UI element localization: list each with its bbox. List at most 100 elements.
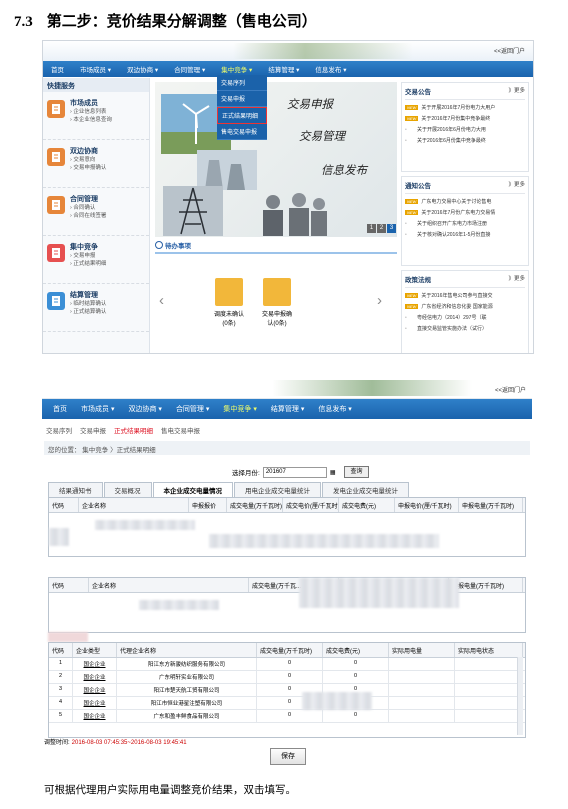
slide-1-button[interactable]: 1 (367, 224, 376, 233)
result-tab-2[interactable]: 本企业成交电量情况 (152, 482, 233, 497)
table-cell[interactable] (389, 697, 455, 709)
return-portal-link[interactable]: <<返回门户 (495, 385, 526, 394)
dropdown-item-3[interactable]: 售电交易申报 (217, 124, 267, 140)
quick-item-link[interactable]: › 合同在线签署 (70, 212, 106, 220)
announcement-item[interactable]: NEW 关于开展2016年7月份电力大用户 (405, 104, 525, 111)
announcement-item[interactable]: • 关于2016年6月份集中竞争最终 (405, 137, 525, 145)
nav-item-6[interactable]: 信息发布 ▾ (311, 404, 358, 414)
table-cell[interactable] (389, 658, 455, 670)
announcement-item[interactable]: • 直接交易监管实施办法（试行） (405, 325, 525, 333)
table-cell[interactable] (455, 658, 523, 670)
quick-item-link[interactable]: › 交易申报 (70, 252, 106, 260)
quick-item-link[interactable]: › 交易意向 (70, 156, 106, 164)
subtab-0[interactable]: 交易序列 (46, 425, 72, 435)
column-header[interactable]: 申报电量(万千瓦时) (459, 498, 523, 512)
chevron-left-icon[interactable]: ‹ (159, 292, 164, 309)
dropdown-item-1[interactable]: 交易申报 (217, 91, 267, 107)
column-header[interactable]: 企业类型 (73, 643, 117, 657)
todo-declaration-confirm[interactable]: 交易申报确 认(0条) (247, 278, 307, 327)
table-cell[interactable] (455, 684, 523, 696)
save-button[interactable]: 保存 (270, 748, 306, 765)
more-link[interactable]: 》更多 (508, 180, 525, 190)
table-cell[interactable] (389, 710, 455, 722)
table-row[interactable]: 1 国企企业 阳江东方新骏纺织服务有限公司 0 0 (49, 658, 525, 671)
table-row[interactable]: 2 国企企业 广东明轩实业有限公司 0 0 (49, 671, 525, 684)
quick-item-2[interactable]: 合同管理 › 合同确认 › 合同在线签署 (43, 188, 149, 236)
nav-item-3[interactable]: 合同管理 ▾ (169, 404, 216, 414)
column-header[interactable]: 代码 (49, 498, 79, 512)
announcement-item[interactable]: NEW 关于2016年7月份广东电力交易情 (405, 209, 525, 216)
query-button[interactable]: 查询 (344, 466, 369, 478)
nav-item-0[interactable]: 首页 (46, 404, 74, 414)
quick-item-0[interactable]: 市场成员 › 企业信息列表 › 本企业信息查询 (43, 92, 149, 140)
announcement-item[interactable]: • 关于核对确认2016年1-5月份直接 (405, 231, 525, 239)
quick-item-link[interactable]: › 正式结果明细 (70, 260, 106, 268)
column-header[interactable]: 代理企业名称 (117, 643, 257, 657)
calendar-icon[interactable]: ▦ (330, 469, 336, 476)
nav-item-1[interactable]: 市场成员 ▾ (72, 64, 119, 74)
nav-item-2[interactable]: 双边协商 ▾ (119, 64, 166, 74)
announcement-item[interactable]: • 粤经信电力（2014）297号（联 (405, 314, 525, 322)
column-header[interactable]: 成交电价(厘/千瓦时) (283, 498, 339, 512)
vertical-scrollbar[interactable] (517, 657, 523, 735)
nav-item-4[interactable]: 集中竞争 ▾ (216, 404, 263, 414)
result-tab-0[interactable]: 结果通知书 (48, 482, 103, 497)
result-tab-3[interactable]: 用电企业成交电量统计 (234, 482, 321, 497)
quick-item-3[interactable]: 集中竞争 › 交易申报 › 正式结果明细 (43, 236, 149, 284)
quick-item-link[interactable]: › 正式结算确认 (70, 308, 106, 316)
nav-item-4[interactable]: 集中竞争 ▾ (213, 64, 260, 74)
subtab-2[interactable]: 正式结果明细 (114, 425, 153, 435)
column-header[interactable]: 成交电费(元) (339, 498, 395, 512)
table-cell[interactable] (389, 684, 455, 696)
slide-2-button[interactable]: 2 (377, 224, 386, 233)
announcement-item[interactable]: NEW 关于2016年售电公司参与直接交 (405, 292, 525, 299)
column-header[interactable]: 企业名称 (89, 578, 249, 592)
nav-item-6[interactable]: 信息发布 ▾ (307, 64, 354, 74)
table-row[interactable]: 4国企企业阳江市恒业港星注塑有限公司00 (49, 697, 525, 710)
table-cell[interactable] (455, 671, 523, 683)
nav-item-3[interactable]: 合同管理 ▾ (166, 64, 213, 74)
quick-item-link[interactable]: › 合同确认 (70, 204, 106, 212)
quick-item-link[interactable]: › 交易申报确认 (70, 164, 106, 172)
quick-item-4[interactable]: 结算管理 › 临时结算确认 › 正式结算确认 (43, 284, 149, 332)
column-header[interactable]: 申报报价 (189, 498, 227, 512)
announcement-item[interactable]: NEW 广东电力交易中心关于讨论售电 (405, 198, 525, 205)
column-header[interactable]: 成交电费(元) (323, 643, 389, 657)
subtab-1[interactable]: 交易申报 (80, 425, 106, 435)
announcement-item[interactable]: NEW 关于2016年7月份集中竞争最终 (405, 115, 525, 122)
dropdown-item-0[interactable]: 交易序列 (217, 75, 267, 91)
return-portal-link[interactable]: <<返回门户 (494, 46, 525, 55)
quick-item-link[interactable]: › 企业信息列表 (70, 108, 112, 116)
column-header[interactable]: 申报电量(万千瓦时) (449, 578, 523, 592)
result-tab-1[interactable]: 交易概况 (103, 482, 152, 497)
nav-item-2[interactable]: 双边协商 ▾ (121, 404, 168, 414)
more-link[interactable]: 》更多 (508, 274, 525, 284)
column-header[interactable]: 代码 (49, 578, 89, 592)
column-header[interactable]: 代码 (49, 643, 73, 657)
month-input[interactable]: 201607 (262, 466, 327, 478)
announcement-item[interactable]: • 关于开展2016年6月份电力大用 (405, 126, 525, 134)
subtab-3[interactable]: 售电交易申报 (161, 425, 200, 435)
chevron-right-icon[interactable]: › (377, 292, 382, 309)
table-cell[interactable] (389, 671, 455, 683)
column-header[interactable]: 成交电量(万千瓦时) (227, 498, 283, 512)
column-header[interactable]: 实际用电量 (389, 643, 455, 657)
nav-item-1[interactable]: 市场成员 ▾ (74, 404, 121, 414)
announcement-item[interactable]: • 关于组织召开广东电力市场注册 (405, 220, 525, 228)
table-cell[interactable] (455, 697, 523, 709)
nav-item-0[interactable]: 首页 (43, 64, 72, 74)
dropdown-item-2[interactable]: 正式结果明细 (217, 107, 267, 124)
quick-item-link[interactable]: › 临时结算确认 (70, 300, 106, 308)
nav-item-5[interactable]: 结算管理 ▾ (264, 404, 311, 414)
slide-3-button[interactable]: 3 (387, 224, 396, 233)
column-header[interactable]: 成交电量(万千瓦时) (257, 643, 323, 657)
table-row[interactable]: 5 国企企业 广东和盈丰鲜食品有限公司 0 0 (49, 710, 525, 723)
quick-item-link[interactable]: › 本企业信息查询 (70, 116, 112, 124)
result-tab-4[interactable]: 发电企业成交电量统计 (322, 482, 409, 497)
announcement-item[interactable]: NEW 广东省经济和信息化委 国家能源 (405, 303, 525, 310)
column-header[interactable]: 实际用电状态 (455, 643, 523, 657)
table-row[interactable]: 3 国企企业 阳江市楚天航工贸有限公司 0 0 (49, 684, 525, 697)
nav-item-5[interactable]: 结算管理 ▾ (260, 64, 307, 74)
table-cell[interactable] (455, 710, 523, 722)
column-header[interactable]: 申报电价(厘/千瓦时) (395, 498, 459, 512)
